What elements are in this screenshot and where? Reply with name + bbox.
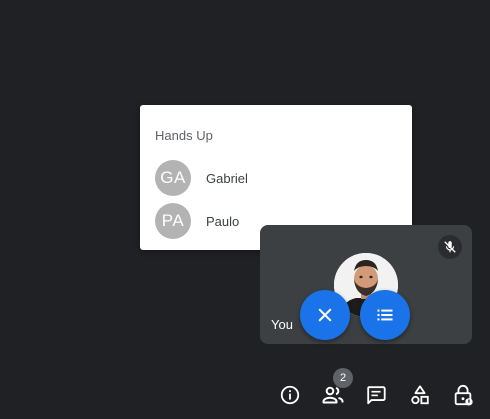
mic-off-icon [438,235,462,259]
self-label: You [271,317,293,332]
close-button[interactable] [300,290,350,340]
list-button[interactable] [360,290,410,340]
hand-raised-item-gabriel[interactable]: GA Gabriel [155,160,248,196]
meeting-info-button[interactable] [278,383,302,407]
list-icon [377,309,393,321]
activities-button[interactable] [408,383,432,407]
avatar: PA [155,203,191,239]
avatar: GA [155,160,191,196]
participant-name: Gabriel [206,170,248,186]
chat-icon [367,386,386,405]
activities-icon [411,385,429,405]
hand-raised-item-paulo[interactable]: PA Paulo [155,203,239,239]
hands-up-title: Hands Up [155,128,213,143]
chat-button[interactable] [364,383,388,407]
host-controls-icon [454,384,473,406]
host-controls-button[interactable] [451,383,475,407]
close-icon [318,308,332,322]
people-count-badge: 2 [333,368,353,388]
info-icon [280,385,300,405]
participant-name: Paulo [206,213,240,229]
